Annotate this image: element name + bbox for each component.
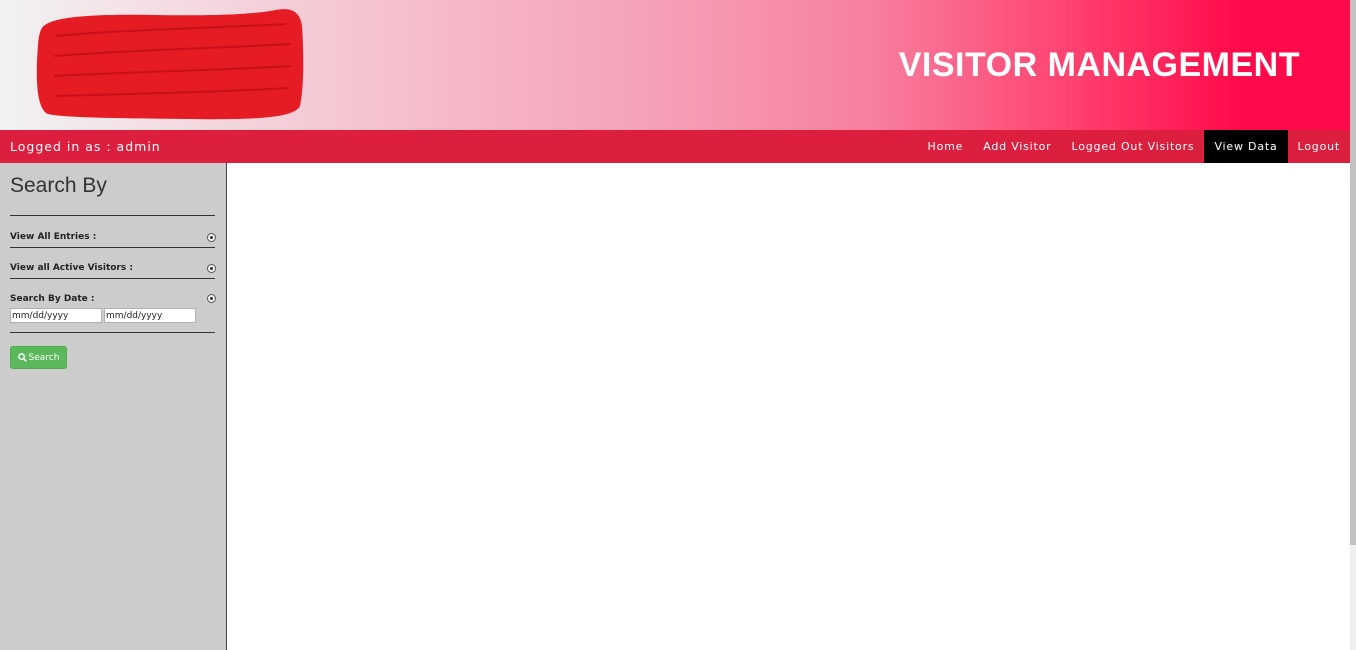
search-button-label: Search [28, 352, 60, 363]
search-button[interactable]: Search [10, 346, 67, 369]
app-title: VISITOR MANAGEMENT [898, 46, 1300, 84]
divider [10, 278, 215, 279]
page-header: VISITOR MANAGEMENT [0, 0, 1350, 130]
top-navbar: Logged in as : admin Home Add Visitor Lo… [0, 130, 1350, 163]
nav-view-data[interactable]: View Data [1204, 130, 1288, 163]
logged-in-user-text: Logged in as : admin [10, 139, 161, 154]
scrollbar-thumb[interactable] [1350, 0, 1356, 545]
option-by-date-radio[interactable] [207, 294, 216, 303]
date-to-input[interactable] [104, 308, 196, 323]
date-from-input[interactable] [10, 308, 102, 323]
nav-home[interactable]: Home [918, 130, 974, 163]
divider [10, 215, 215, 216]
sidebar-title: Search By [10, 174, 107, 197]
option-active-visitors-radio[interactable] [207, 264, 216, 273]
search-sidebar: Search By View All Entries : View all Ac… [0, 163, 227, 650]
divider [10, 332, 215, 333]
nav-logged-out-visitors[interactable]: Logged Out Visitors [1062, 130, 1205, 163]
option-all-entries-radio[interactable] [207, 233, 216, 242]
redacted-logo-icon [36, 9, 304, 120]
option-active-visitors-label: View all Active Visitors : [10, 263, 133, 273]
nav-links: Home Add Visitor Logged Out Visitors Vie… [918, 130, 1350, 163]
page-scrollbar[interactable] [1350, 0, 1356, 650]
search-icon [17, 353, 27, 362]
nav-logout[interactable]: Logout [1288, 130, 1350, 163]
option-by-date-label: Search By Date : [10, 294, 95, 304]
option-all-entries-label: View All Entries : [10, 232, 97, 242]
nav-add-visitor[interactable]: Add Visitor [973, 130, 1061, 163]
divider [10, 247, 215, 248]
